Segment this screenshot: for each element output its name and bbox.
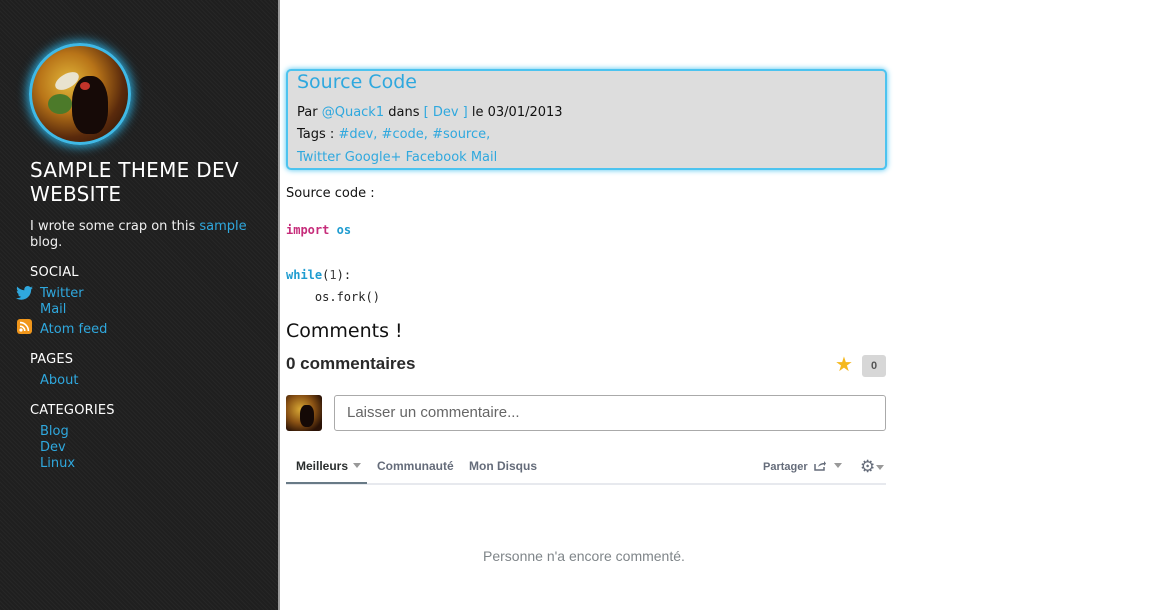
twitter-icon	[16, 286, 33, 300]
active-tab-indicator	[286, 482, 367, 484]
page-link-about[interactable]: About	[40, 373, 78, 389]
gear-icon[interactable]: ⚙	[860, 458, 885, 476]
social-link-atom-feed[interactable]: Atom feed	[40, 322, 107, 338]
post-tags: Tags : #dev, #code, #source,	[297, 127, 491, 142]
post-body-intro: Source code :	[286, 186, 375, 201]
share-twitter-link[interactable]: Twitter	[297, 150, 341, 165]
share-facebook-link[interactable]: Facebook	[406, 150, 467, 165]
code-line-3: os.fork()	[286, 290, 380, 304]
tag-link-code[interactable]: #code,	[382, 127, 428, 142]
share-mail-link[interactable]: Mail	[471, 150, 497, 165]
comment-input[interactable]: Laisser un commentaire...	[334, 395, 886, 431]
post-title[interactable]: Source Code	[297, 71, 417, 93]
chevron-down-icon	[353, 463, 362, 468]
share-links: Twitter Google+ Facebook Mail	[297, 150, 497, 165]
social-heading: SOCIAL	[30, 265, 79, 280]
code-line-2: while(1):	[286, 268, 352, 282]
user-avatar	[286, 395, 322, 431]
social-link-twitter[interactable]: Twitter	[40, 286, 84, 302]
comment-tabs: Meilleurs Communauté Mon Disqus Partager…	[286, 452, 886, 485]
tag-link-source[interactable]: #source,	[432, 127, 490, 142]
share-googleplus-link[interactable]: Google+	[345, 150, 402, 165]
post-meta: Par @Quack1 dans [ Dev ] le 03/01/2013	[297, 105, 563, 120]
rss-icon	[17, 319, 32, 334]
star-icon[interactable]: ★	[835, 353, 853, 375]
tab-community[interactable]: Communauté	[377, 459, 454, 473]
social-link-mail[interactable]: Mail	[40, 302, 66, 318]
sidebar: SAMPLE THEME DEV WEBSITE I wrote some cr…	[0, 0, 280, 610]
share-button[interactable]: Partager	[763, 460, 842, 473]
category-link-blog[interactable]: Blog	[40, 424, 69, 440]
site-title: SAMPLE THEME DEV WEBSITE	[30, 158, 239, 206]
star-count: 0	[862, 355, 886, 377]
categories-heading: CATEGORIES	[30, 403, 115, 418]
tab-best[interactable]: Meilleurs	[296, 459, 362, 473]
author-link[interactable]: @Quack1	[322, 105, 384, 120]
share-icon	[813, 461, 826, 471]
comment-count: 0 commentaires	[286, 354, 416, 373]
site-description: I wrote some crap on this sample blog.	[30, 219, 247, 250]
pages-heading: PAGES	[30, 352, 74, 367]
description-link[interactable]: sample	[199, 219, 246, 234]
empty-comments-message: Personne n'a encore commenté.	[483, 548, 685, 564]
category-link-dev[interactable]: Dev	[40, 440, 66, 456]
site-avatar	[29, 43, 131, 145]
comments-heading: Comments !	[286, 320, 403, 342]
category-link[interactable]: [ Dev ]	[424, 105, 468, 120]
tag-link-dev[interactable]: #dev,	[338, 127, 377, 142]
post-header: Source Code Par @Quack1 dans [ Dev ] le …	[286, 69, 887, 170]
code-line-1: import os	[286, 223, 352, 237]
tab-my-disqus[interactable]: Mon Disqus	[469, 459, 537, 473]
chevron-down-icon	[833, 463, 842, 468]
category-link-linux[interactable]: Linux	[40, 456, 75, 472]
